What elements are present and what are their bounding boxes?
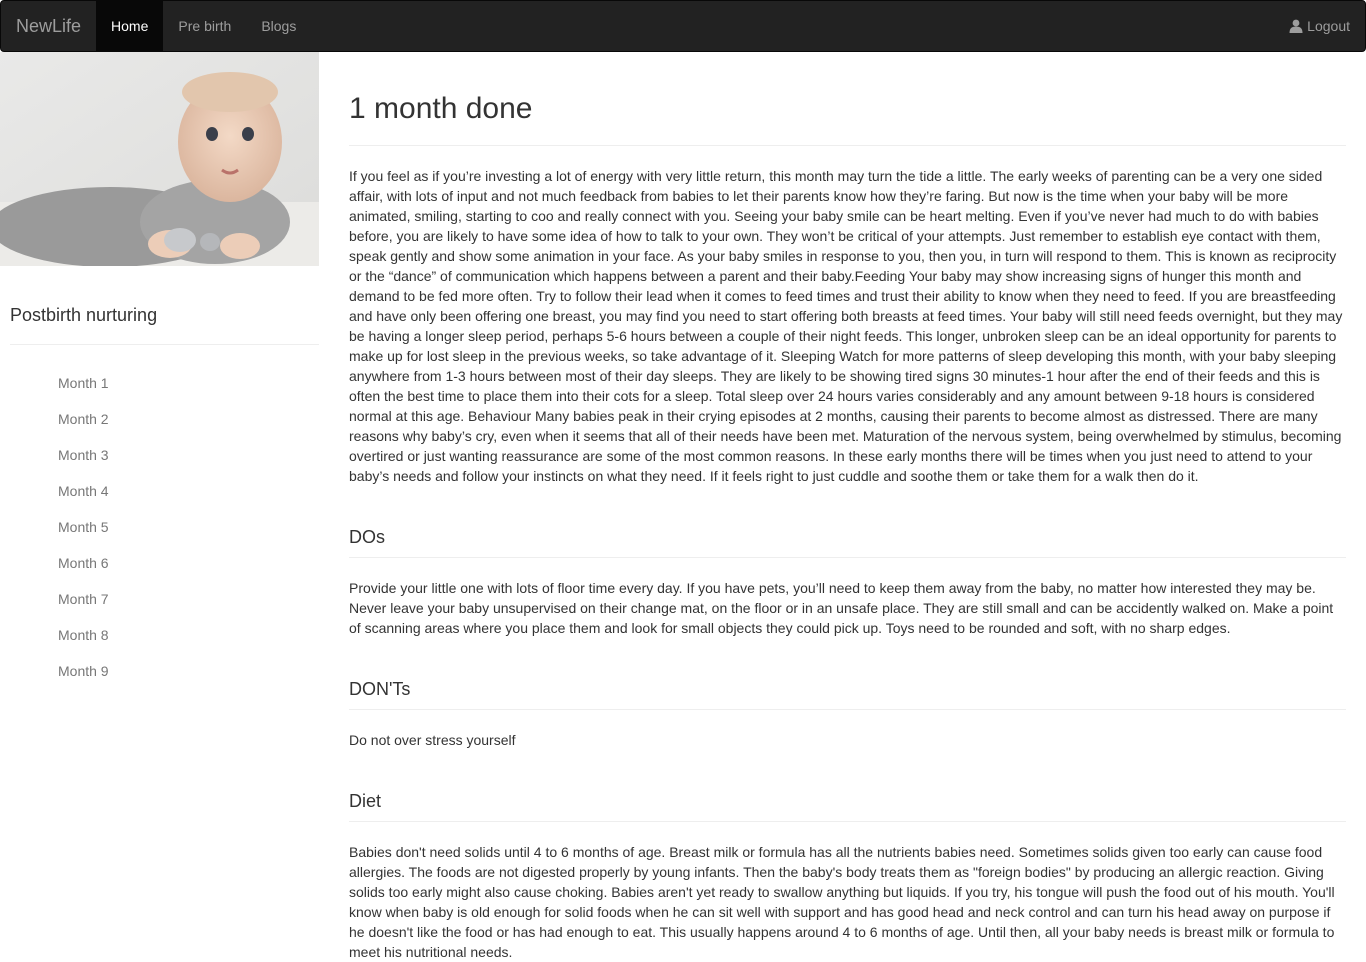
logout-label: Logout (1307, 18, 1350, 34)
nav-home[interactable]: Home (96, 1, 164, 51)
diet-divider (349, 821, 1346, 822)
sidebar-title: Postbirth nurturing (10, 305, 158, 325)
diet-paragraph: Babies don't need solids until 4 to 6 mo… (349, 844, 1335, 960)
nav-links: Home Pre birth Blogs (96, 1, 311, 51)
top-navbar: NewLife Home Pre birth Blogs Logout (0, 0, 1366, 52)
sidebar-item-month-8[interactable]: Month 8 (0, 617, 319, 653)
sidebar-item-month-9[interactable]: Month 9 (0, 653, 319, 689)
donts-divider (349, 709, 1346, 710)
dos-paragraph: Provide your little one with lots of flo… (349, 580, 1334, 636)
intro-paragraph: If you feel as if you’re investing a lot… (349, 168, 1343, 484)
sidebar-item-month-1[interactable]: Month 1 (0, 365, 319, 401)
main-content: 1 month done If you feel as if you’re in… (349, 52, 1346, 962)
user-icon (1289, 19, 1303, 33)
donts-paragraph: Do not over stress yourself (349, 732, 516, 748)
dos-divider (349, 557, 1346, 558)
sidebar-divider (10, 344, 319, 345)
sidebar-item-month-3[interactable]: Month 3 (0, 437, 319, 473)
donts-heading: DON'Ts (349, 679, 411, 699)
brand-logo[interactable]: NewLife (1, 1, 96, 51)
sidebar-item-month-6[interactable]: Month 6 (0, 545, 319, 581)
sidebar-item-month-7[interactable]: Month 7 (0, 581, 319, 617)
sidebar: Postbirth nurturing Month 1 Month 2 Mont… (0, 52, 319, 689)
nav-pre-birth[interactable]: Pre birth (163, 1, 246, 51)
logout-link[interactable]: Logout (1289, 1, 1350, 51)
sidebar-item-month-2[interactable]: Month 2 (0, 401, 319, 437)
sidebar-item-month-5[interactable]: Month 5 (0, 509, 319, 545)
sidebar-item-month-4[interactable]: Month 4 (0, 473, 319, 509)
month-list: Month 1 Month 2 Month 3 Month 4 Month 5 … (0, 365, 319, 689)
diet-heading: Diet (349, 791, 382, 811)
page-title: 1 month done (349, 92, 533, 125)
title-divider (349, 145, 1346, 146)
nav-blogs[interactable]: Blogs (246, 1, 311, 51)
dos-heading: DOs (349, 527, 385, 547)
baby-photo (0, 52, 319, 266)
